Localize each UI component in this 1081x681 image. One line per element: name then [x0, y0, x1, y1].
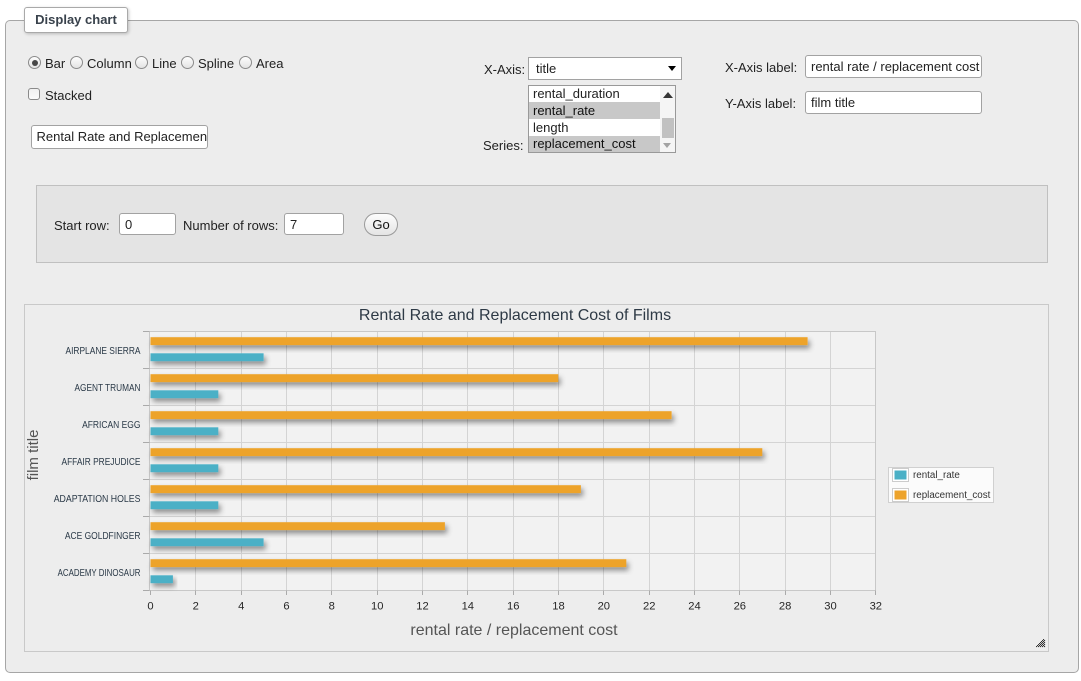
svg-text:AGENT TRUMAN: AGENT TRUMAN	[75, 383, 141, 394]
svg-text:rental_rate: rental_rate	[913, 470, 960, 481]
svg-text:ADAPTATION HOLES: ADAPTATION HOLES	[54, 494, 141, 505]
svg-text:film title: film title	[25, 430, 42, 481]
svg-text:0: 0	[147, 601, 153, 613]
svg-text:28: 28	[779, 601, 791, 613]
svg-text:10: 10	[371, 601, 383, 613]
svg-text:12: 12	[416, 601, 428, 613]
svg-text:Rental Rate and Replacement Co: Rental Rate and Replacement Cost of Film…	[359, 307, 671, 324]
svg-text:ACADEMY DINOSAUR: ACADEMY DINOSAUR	[58, 568, 141, 579]
svg-text:22: 22	[643, 601, 655, 613]
svg-text:replacement_cost: replacement_cost	[913, 490, 991, 501]
svg-text:ACE GOLDFINGER: ACE GOLDFINGER	[65, 531, 141, 542]
svg-text:4: 4	[238, 601, 244, 613]
svg-text:18: 18	[552, 601, 564, 613]
svg-text:24: 24	[688, 601, 700, 613]
svg-text:16: 16	[507, 601, 519, 613]
svg-text:rental rate / replacement cost: rental rate / replacement cost	[410, 622, 618, 639]
svg-text:2: 2	[193, 601, 199, 613]
svg-text:AIRPLANE SIERRA: AIRPLANE SIERRA	[66, 346, 141, 357]
svg-text:30: 30	[824, 601, 836, 613]
svg-text:26: 26	[734, 601, 746, 613]
svg-text:8: 8	[329, 601, 335, 613]
svg-text:6: 6	[283, 601, 289, 613]
svg-text:AFRICAN EGG: AFRICAN EGG	[82, 420, 140, 431]
svg-text:32: 32	[870, 601, 882, 613]
svg-text:20: 20	[598, 601, 610, 613]
svg-text:14: 14	[462, 601, 474, 613]
svg-text:AFFAIR PREJUDICE: AFFAIR PREJUDICE	[62, 457, 141, 468]
